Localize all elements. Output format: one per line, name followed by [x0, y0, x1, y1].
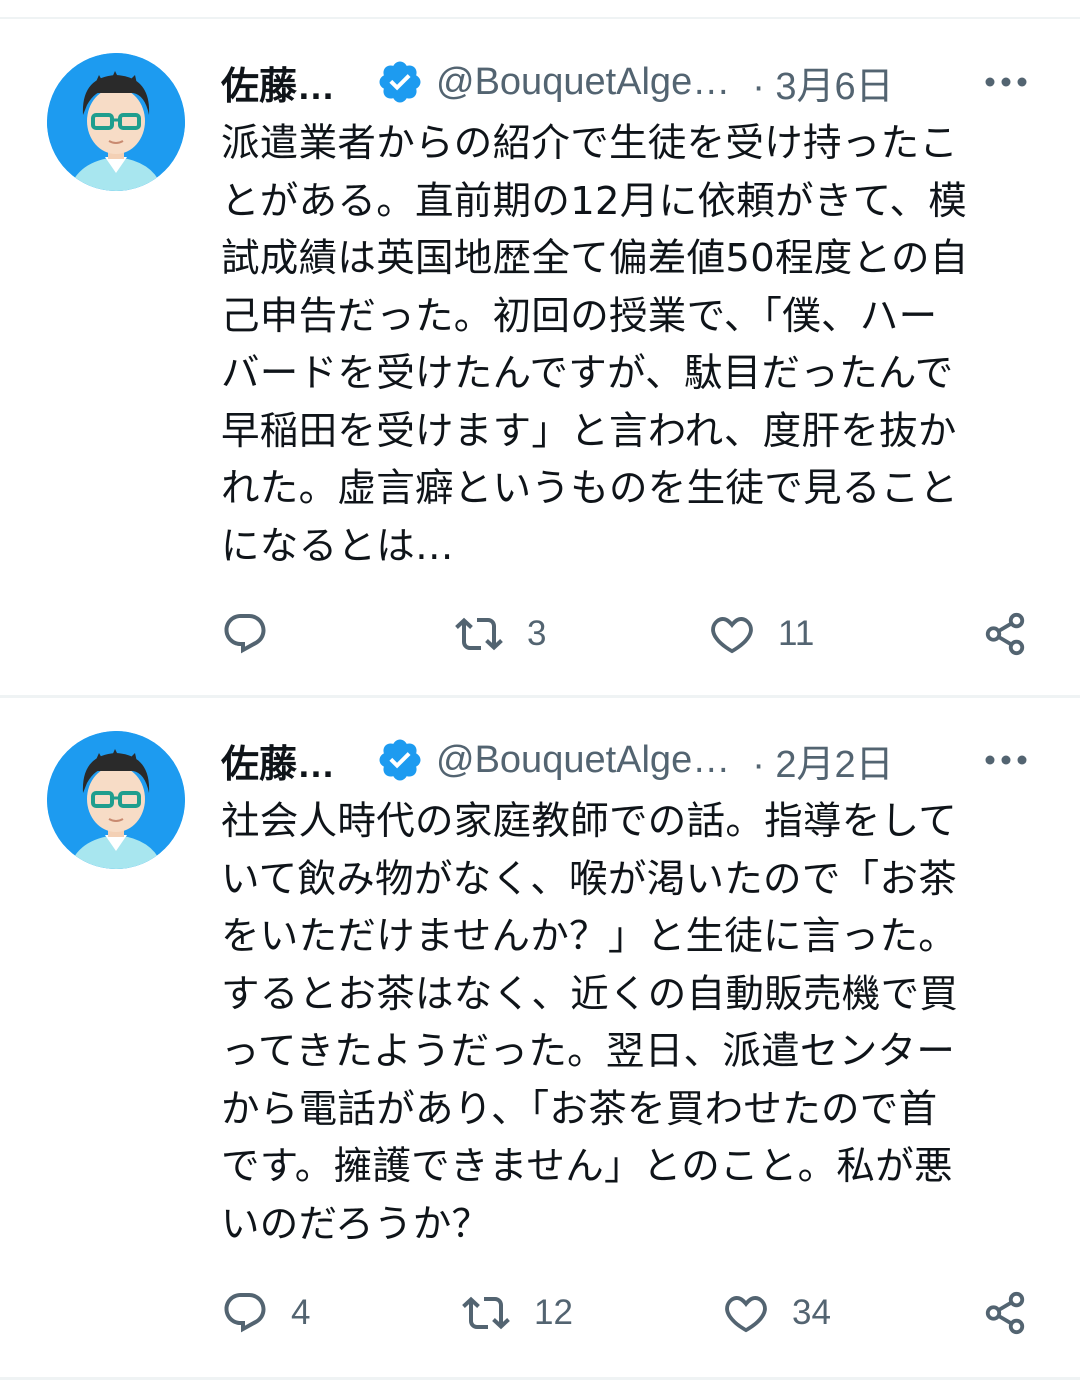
tweet-date[interactable]: · 2月2日 — [752, 733, 893, 788]
avatar[interactable] — [47, 731, 185, 869]
like-button[interactable]: 11 — [708, 604, 814, 664]
avatar-image — [47, 53, 185, 191]
tweet-text-line: いて飲み物がなく、喉が渇いたので「お茶 — [221, 856, 958, 902]
tweet-text-line: です。擁護できません」とのこと。私が悪 — [221, 1144, 953, 1189]
author-name[interactable]: 佐藤… — [221, 733, 336, 788]
tweet-text-line: になるとは… — [221, 523, 454, 569]
tweet-divider — [0, 1377, 1080, 1380]
verified-badge-icon — [376, 736, 424, 784]
tweet-text-line: 試成績は英国地歴全て偏差値50程度との自 — [221, 236, 969, 281]
author-handle[interactable]: @BouquetAlge… — [436, 739, 730, 782]
reply-count: 4 — [291, 1293, 311, 1332]
like-icon — [725, 1295, 767, 1333]
tweet-text-line: 早稲田を受けます」と言われ、度肝を抜か — [221, 408, 957, 454]
avatar[interactable] — [47, 53, 185, 191]
share-icon — [985, 612, 1025, 656]
like-count: 11 — [778, 614, 815, 653]
tweet-text-line: から電話があり、「お茶を買わせたので首 — [221, 1086, 938, 1132]
tweet-text-line: れた。虚言癖というものを生徒で見ること — [221, 466, 959, 511]
tweet[interactable]: 佐藤… @BouquetAlge… · 3月6日 派遣業者からの紹介で生徒を受け… — [0, 0, 1080, 697]
author-name[interactable]: 佐藤… — [221, 55, 336, 110]
tweet-actions: 4 12 34 — [0, 1283, 1080, 1343]
reply-button[interactable]: 4 — [221, 1283, 310, 1343]
reply-button[interactable] — [221, 604, 291, 664]
share-icon — [985, 1291, 1025, 1335]
tweet-text-line: とがある。直前期の12月に依頼がきて、模 — [221, 178, 968, 224]
author-handle[interactable]: @BouquetAlge… — [436, 61, 730, 104]
tweet-text-line: 己申告だった。初回の授業で、「僕、ハー — [221, 293, 938, 339]
like-count: 34 — [792, 1293, 831, 1332]
like-button[interactable]: 34 — [722, 1283, 831, 1343]
retweet-button[interactable]: 12 — [460, 1283, 573, 1343]
tweet-actions: 3 11 — [0, 604, 1080, 664]
retweet-count: 3 — [527, 614, 547, 653]
reply-icon — [224, 1293, 266, 1333]
tweet-header: 佐藤… @BouquetAlge… · 3月6日 — [221, 52, 1041, 112]
tweet-text-line: するとお茶はなく、近くの自動販売機で買 — [221, 971, 959, 1017]
tweet-text: 派遣業者からの紹介で生徒を受け持ったこ とがある。直前期の12月に依頼がきて、模… — [221, 115, 1033, 575]
tweet-header: 佐藤… @BouquetAlge… · 2月2日 — [221, 730, 1041, 790]
tweet-text-line: をいただけませんか？」と生徒に言った。 — [221, 914, 958, 959]
like-icon — [711, 616, 753, 654]
share-button[interactable] — [982, 604, 1028, 664]
more-icon[interactable] — [981, 62, 1031, 102]
reply-icon — [224, 614, 266, 654]
avatar-image — [47, 731, 185, 869]
tweet-text-line: 派遣業者からの紹介で生徒を受け持ったこ — [221, 121, 959, 166]
retweet-count: 12 — [534, 1293, 573, 1332]
tweet-text-line: 社会人時代の家庭教師での話。指導をして — [221, 799, 958, 844]
timeline-feed: 佐藤… @BouquetAlge… · 3月6日 派遣業者からの紹介で生徒を受け… — [0, 0, 1080, 1393]
tweet-text: 社会人時代の家庭教師での話。指導をして いて飲み物がなく、喉が渇いたので「お茶 … — [221, 793, 1033, 1253]
tweet-text-line: ってきたようだった。翌日、派遣センター — [221, 1029, 956, 1074]
share-button[interactable] — [982, 1283, 1028, 1343]
retweet-icon — [455, 617, 503, 651]
tweet-text-line: バードを受けたんですが、駄目だったんで — [221, 351, 954, 396]
tweet-text-line: いのだろうか？ — [221, 1201, 491, 1247]
verified-badge-icon — [376, 58, 424, 106]
more-icon[interactable] — [981, 740, 1031, 780]
retweet-icon — [462, 1296, 510, 1330]
tweet-date[interactable]: · 3月6日 — [752, 55, 893, 110]
tweet[interactable]: 佐藤… @BouquetAlge… · 2月2日 社会人時代の家庭教師での話。指… — [0, 698, 1080, 1393]
retweet-button[interactable]: 3 — [453, 604, 546, 664]
